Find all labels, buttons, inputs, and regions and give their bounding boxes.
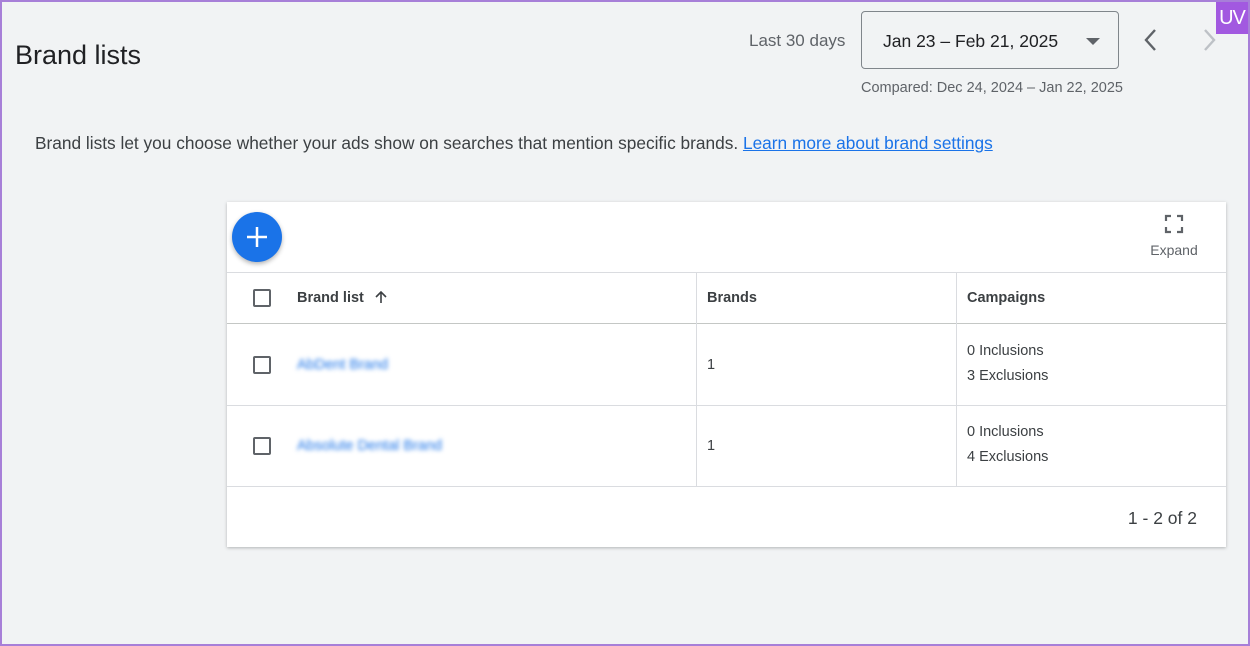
exclusions-count: 3 Exclusions [967, 368, 1049, 384]
brand-list-cell: Absolute Dental Brand [297, 438, 442, 454]
intro-description: Brand lists let you choose whether your … [35, 133, 743, 153]
campaigns-cell: 0 Inclusions 4 Exclusions [967, 420, 1048, 470]
brand-lists-table-card: Expand Brand list Brands Campaigns AbDen… [227, 202, 1226, 547]
table-top-border [227, 272, 1226, 273]
comparison-range: Compared: Dec 24, 2024 – Jan 22, 2025 [861, 80, 1123, 96]
date-range-value: Jan 23 – Feb 21, 2025 [883, 31, 1059, 51]
add-icon [247, 227, 267, 247]
header-divider [227, 323, 1226, 324]
date-range-label: Last 30 days [749, 31, 846, 50]
expand-label: Expand [1150, 242, 1198, 258]
row-divider [227, 486, 1226, 487]
column-divider [956, 272, 957, 486]
brand-list-link[interactable]: AbDent Brand [297, 357, 388, 373]
chevron-left-icon [1144, 29, 1156, 51]
campaigns-cell: 0 Inclusions 3 Exclusions [967, 339, 1048, 389]
header-brand-list-label: Brand list [297, 290, 364, 306]
caret-down-icon [1086, 38, 1100, 45]
brands-count: 1 [707, 357, 716, 373]
exclusions-count: 4 Exclusions [967, 449, 1049, 465]
next-period-button[interactable] [1199, 27, 1223, 53]
header-brands[interactable]: Brands [707, 290, 757, 306]
brand-list-link[interactable]: Absolute Dental Brand [297, 438, 442, 454]
row-checkbox[interactable] [253, 437, 271, 455]
header-brand-list[interactable]: Brand list [297, 290, 388, 306]
intro-text: Brand lists let you choose whether your … [35, 131, 995, 156]
date-range-dropdown[interactable]: Jan 23 – Feb 21, 2025 [861, 11, 1119, 69]
header-campaigns[interactable]: Campaigns [967, 290, 1045, 306]
expand-button[interactable]: Expand [1134, 214, 1214, 264]
row-divider [227, 405, 1226, 406]
add-brand-list-button[interactable] [232, 212, 282, 262]
row-checkbox[interactable] [253, 356, 271, 374]
inclusions-count: 0 Inclusions [967, 424, 1044, 440]
column-divider [696, 272, 697, 486]
fullscreen-icon [1164, 214, 1184, 234]
pagination-summary: 1 - 2 of 2 [1127, 508, 1197, 528]
page-title: Brand lists [15, 40, 142, 70]
chevron-right-icon [1204, 29, 1216, 51]
learn-more-link[interactable]: Learn more about brand settings [743, 133, 993, 153]
select-all-checkbox[interactable] [253, 289, 271, 307]
brand-list-cell: AbDent Brand [297, 357, 388, 373]
previous-period-button[interactable] [1139, 27, 1163, 53]
inclusions-count: 0 Inclusions [967, 343, 1044, 359]
brands-count: 1 [707, 438, 716, 454]
arrow-up-icon [375, 291, 387, 304]
